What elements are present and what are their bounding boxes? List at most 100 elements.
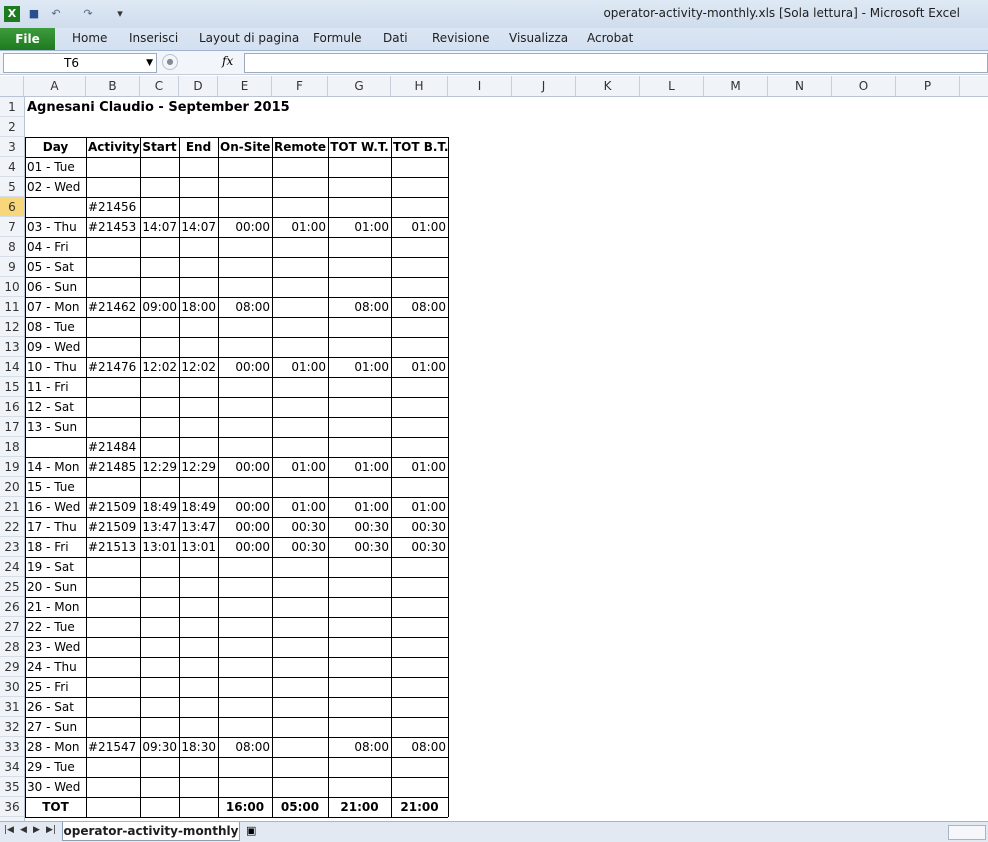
table-cell[interactable] — [391, 597, 448, 617]
table-cell[interactable] — [391, 617, 448, 637]
table-cell[interactable]: Activity — [86, 137, 140, 157]
table-cell[interactable] — [272, 617, 328, 637]
table-cell[interactable] — [179, 197, 218, 217]
table-cell[interactable]: 04 - Fri — [25, 237, 86, 257]
table-cell[interactable] — [140, 277, 179, 297]
table-cell[interactable]: 01:00 — [328, 357, 391, 377]
table-cell[interactable] — [179, 317, 218, 337]
table-cell[interactable] — [140, 617, 179, 637]
table-cell[interactable]: 00:00 — [218, 517, 272, 537]
table-cell[interactable] — [272, 677, 328, 697]
sheet-title[interactable]: Agnesani Claudio - September 2015 — [27, 98, 290, 118]
table-cell[interactable]: 01:00 — [328, 217, 391, 237]
table-cell[interactable] — [218, 437, 272, 457]
table-cell[interactable]: #21476 — [86, 357, 140, 377]
excel-icon[interactable]: X — [4, 6, 20, 22]
row-header[interactable]: 34 — [0, 757, 24, 777]
table-cell[interactable] — [86, 617, 140, 637]
row-header[interactable]: 16 — [0, 397, 24, 417]
table-cell[interactable]: 08:00 — [391, 737, 448, 757]
table-cell[interactable] — [272, 197, 328, 217]
table-cell[interactable] — [218, 477, 272, 497]
table-cell[interactable] — [391, 477, 448, 497]
horizontal-scrollbar[interactable] — [948, 825, 986, 840]
row-header[interactable]: 13 — [0, 337, 24, 357]
table-cell[interactable] — [218, 277, 272, 297]
table-cell[interactable] — [218, 757, 272, 777]
table-cell[interactable] — [218, 677, 272, 697]
table-cell[interactable] — [272, 717, 328, 737]
table-cell[interactable]: 01:00 — [391, 457, 448, 477]
table-cell[interactable] — [86, 597, 140, 617]
table-cell[interactable] — [328, 657, 391, 677]
tab-acrobat[interactable]: Acrobat — [587, 31, 633, 45]
table-cell[interactable] — [328, 617, 391, 637]
table-cell[interactable] — [328, 677, 391, 697]
tab-revisione[interactable]: Revisione — [432, 31, 490, 45]
table-cell[interactable] — [218, 557, 272, 577]
table-cell[interactable] — [218, 417, 272, 437]
table-cell[interactable] — [272, 557, 328, 577]
table-cell[interactable] — [179, 477, 218, 497]
column-header[interactable]: J — [512, 76, 576, 96]
table-cell[interactable] — [86, 337, 140, 357]
table-cell[interactable]: 18 - Fri — [25, 537, 86, 557]
select-all-corner[interactable] — [0, 76, 24, 96]
tab-dati[interactable]: Dati — [383, 31, 408, 45]
table-cell[interactable] — [179, 797, 218, 817]
table-cell[interactable] — [328, 757, 391, 777]
table-cell[interactable]: 00:30 — [272, 537, 328, 557]
table-cell[interactable] — [391, 237, 448, 257]
table-cell[interactable] — [272, 277, 328, 297]
table-cell[interactable] — [328, 577, 391, 597]
table-cell[interactable]: 30 - Wed — [25, 777, 86, 797]
table-cell[interactable]: 00:00 — [218, 457, 272, 477]
table-cell[interactable] — [272, 737, 328, 757]
table-cell[interactable] — [218, 197, 272, 217]
table-cell[interactable] — [218, 337, 272, 357]
table-cell[interactable] — [179, 277, 218, 297]
function-icon[interactable]: fx — [222, 54, 233, 68]
table-cell[interactable] — [179, 577, 218, 597]
table-cell[interactable] — [328, 157, 391, 177]
table-cell[interactable]: 01:00 — [391, 357, 448, 377]
table-cell[interactable] — [218, 637, 272, 657]
table-cell[interactable]: Remote — [272, 137, 328, 157]
table-cell[interactable]: 00:00 — [218, 497, 272, 517]
table-cell[interactable] — [86, 757, 140, 777]
table-cell[interactable] — [179, 697, 218, 717]
table-cell[interactable]: 10 - Thu — [25, 357, 86, 377]
row-header[interactable]: 33 — [0, 737, 24, 757]
table-cell[interactable] — [391, 757, 448, 777]
row-header[interactable]: 19 — [0, 457, 24, 477]
table-cell[interactable] — [179, 417, 218, 437]
table-cell[interactable]: 08 - Tue — [25, 317, 86, 337]
prev-sheet-icon[interactable]: ◀ — [20, 825, 27, 835]
table-cell[interactable] — [218, 617, 272, 637]
save-icon[interactable]: ■ — [26, 6, 42, 22]
table-cell[interactable]: TOT W.T. — [328, 137, 391, 157]
table-cell[interactable]: 12:02 — [179, 357, 218, 377]
column-header[interactable]: L — [640, 76, 704, 96]
row-header[interactable]: 7 — [0, 217, 24, 237]
row-header[interactable]: 4 — [0, 157, 24, 177]
table-cell[interactable]: 14:07 — [140, 217, 179, 237]
row-header[interactable]: 27 — [0, 617, 24, 637]
row-header[interactable]: 3 — [0, 137, 24, 157]
table-cell[interactable]: 18:30 — [179, 737, 218, 757]
table-cell[interactable] — [218, 377, 272, 397]
table-cell[interactable] — [328, 417, 391, 437]
table-cell[interactable] — [391, 157, 448, 177]
table-cell[interactable]: #21547 — [86, 737, 140, 757]
table-cell[interactable] — [218, 257, 272, 277]
table-cell[interactable]: 02 - Wed — [25, 177, 86, 197]
table-cell[interactable]: 05 - Sat — [25, 257, 86, 277]
table-cell[interactable] — [86, 717, 140, 737]
table-cell[interactable]: 13:47 — [179, 517, 218, 537]
table-cell[interactable] — [218, 577, 272, 597]
table-cell[interactable]: 01 - Tue — [25, 157, 86, 177]
table-cell[interactable]: 14 - Mon — [25, 457, 86, 477]
table-cell[interactable] — [218, 657, 272, 677]
table-cell[interactable] — [272, 257, 328, 277]
table-cell[interactable]: 26 - Sat — [25, 697, 86, 717]
